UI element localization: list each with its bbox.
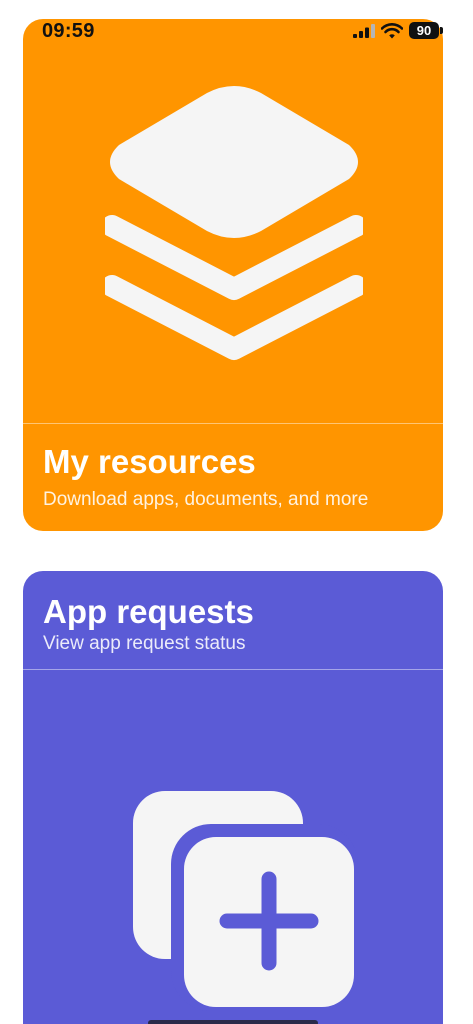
card-divider bbox=[23, 669, 443, 670]
battery-level: 90 bbox=[416, 23, 432, 38]
status-bar: 09:59 90 bbox=[0, 0, 473, 52]
home-indicator[interactable] bbox=[148, 1020, 318, 1024]
status-time: 09:59 bbox=[42, 20, 95, 42]
my-resources-card[interactable]: My resources Download apps, documents, a… bbox=[23, 19, 443, 531]
app-requests-title: App requests bbox=[43, 593, 254, 630]
my-resources-title: My resources bbox=[43, 443, 256, 480]
my-resources-subtitle: Download apps, documents, and more bbox=[43, 489, 369, 510]
battery-tip bbox=[440, 27, 443, 34]
app-requests-card[interactable]: App requests View app request status bbox=[23, 571, 443, 1024]
signal-icon bbox=[353, 23, 375, 38]
card-divider bbox=[23, 423, 443, 424]
status-indicators: 90 bbox=[353, 22, 443, 39]
wifi-icon bbox=[381, 22, 403, 38]
app-add-icon bbox=[133, 791, 358, 1011]
layers-icon bbox=[105, 86, 363, 360]
app-requests-subtitle: View app request status bbox=[43, 633, 246, 654]
battery-icon: 90 bbox=[409, 22, 443, 39]
home-screen: 09:59 90 My resources Download apps, doc… bbox=[0, 0, 473, 1024]
